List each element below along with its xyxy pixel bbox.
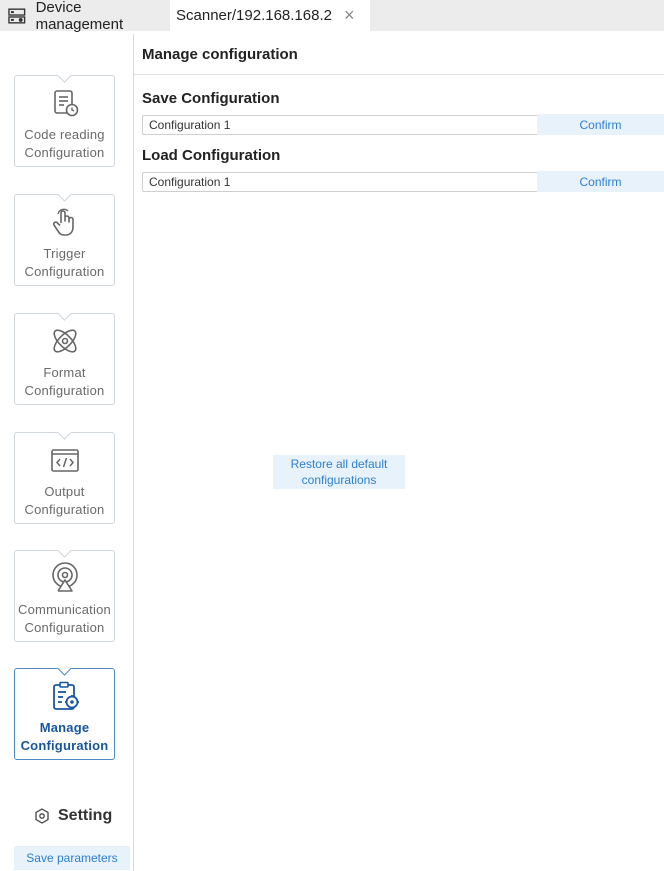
card-notch (56, 668, 74, 677)
select-value: Configuration 1 (149, 118, 231, 132)
tab-device-management[interactable]: Device management (0, 0, 170, 33)
load-confirm-button[interactable]: Confirm (537, 171, 664, 192)
tab-bar: Device management Scanner/192.168.168.2 … (0, 0, 664, 34)
sidebar-item-label: Configuration (24, 145, 105, 160)
close-icon[interactable]: × (344, 5, 355, 26)
card-notch (56, 194, 74, 203)
sidebar-item-label: Configuration (24, 264, 105, 279)
sidebar-item-label: Communication (18, 602, 111, 617)
select-value: Configuration 1 (149, 175, 231, 189)
clipboard-gear-icon (52, 681, 79, 710)
setting-label: Setting (58, 807, 113, 824)
sidebar-item-manage[interactable]: Manage Configuration (14, 668, 115, 760)
tab-scanner-label: Scanner/192.168.168.2 (176, 7, 332, 24)
sidebar-item-code-reading[interactable]: Code reading Configuration (14, 75, 115, 167)
restore-defaults-button[interactable]: Restore all default configurations (273, 455, 405, 489)
device-list-icon (8, 7, 26, 24)
sidebar-item-output[interactable]: Output Configuration (14, 432, 115, 524)
card-notch (56, 432, 74, 441)
sidebar-item-label: Format (43, 365, 86, 380)
sidebar-item-label: Manage (39, 720, 90, 735)
sidebar-item-trigger[interactable]: Trigger Configuration (14, 194, 115, 286)
sidebar-item-label: Trigger (43, 246, 86, 261)
atom-icon (52, 329, 77, 353)
hand-pointer-icon (52, 208, 74, 236)
load-configuration-title: Load Configuration (142, 147, 281, 164)
sidebar-item-label: Configuration (24, 620, 105, 635)
page-title: Manage configuration (142, 46, 298, 63)
main-panel: Manage configuration Save Configuration … (134, 34, 664, 871)
signal-icon (51, 562, 78, 592)
tab-device-label: Device management (35, 0, 124, 33)
save-confirm-button[interactable]: Confirm (537, 114, 664, 135)
restore-label-line1: Restore all default (290, 457, 388, 471)
sidebar-item-label: Configuration (24, 502, 105, 517)
sidebar-item-label: Configuration (24, 383, 105, 398)
code-window-icon (50, 449, 79, 472)
hexagon-gear-icon (35, 808, 49, 824)
sidebar: Code reading Configuration Trigger Confi… (0, 34, 134, 871)
sidebar-item-label: Code reading (24, 127, 105, 142)
sidebar-item-communication[interactable]: Communication Configuration (14, 550, 115, 642)
tab-strip (370, 0, 664, 31)
tab-scanner[interactable]: Scanner/192.168.168.2 × (170, 0, 370, 31)
save-parameters-button[interactable]: Save parameters (14, 846, 130, 870)
save-configuration-title: Save Configuration (142, 90, 280, 107)
setting-button[interactable]: Setting (34, 807, 112, 825)
card-notch (56, 313, 74, 322)
sidebar-item-label: Output (44, 484, 85, 499)
restore-label-line2: configurations (301, 473, 377, 487)
sidebar-item-format[interactable]: Format Configuration (14, 313, 115, 405)
divider (134, 74, 664, 75)
sidebar-item-label: Configuration (20, 738, 109, 753)
card-notch (56, 75, 74, 84)
document-clock-icon (53, 90, 78, 117)
card-notch (56, 550, 74, 559)
